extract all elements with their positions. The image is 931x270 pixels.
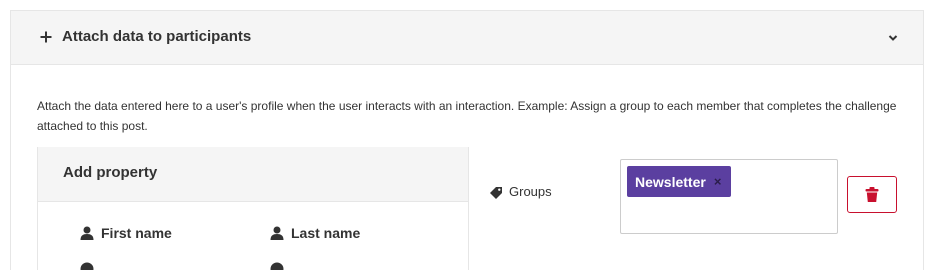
user-icon [270, 226, 284, 240]
group-tag-label: Newsletter [635, 173, 706, 190]
groups-label-text: Groups [509, 184, 552, 199]
groups-tag-input[interactable]: Newsletter × [620, 159, 838, 234]
property-first-name[interactable]: First name [80, 225, 172, 241]
property-label: First name [101, 225, 172, 241]
property-item[interactable] [80, 262, 101, 270]
add-property-box: Add property First name Last name [37, 147, 469, 270]
property-item[interactable] [270, 262, 291, 270]
delete-button[interactable] [847, 176, 897, 213]
panel-title: Attach data to participants [62, 28, 252, 45]
add-property-title: Add property [63, 164, 158, 181]
property-label: Last name [291, 225, 361, 241]
panel-description: Attach the data entered here to a user's… [37, 99, 897, 133]
user-icon [80, 226, 94, 240]
groups-label: Groups [489, 184, 552, 199]
globe-icon [270, 262, 284, 270]
group-tag: Newsletter × [627, 166, 732, 197]
trash-icon [865, 187, 879, 202]
globe-icon [80, 262, 94, 270]
add-property-header: Add property [38, 147, 468, 202]
panel-header[interactable]: Attach data to participants [11, 11, 923, 65]
tag-remove-icon[interactable]: × [714, 174, 722, 189]
tag-icon [490, 186, 502, 199]
property-last-name[interactable]: Last name [270, 225, 360, 241]
plus-icon [40, 31, 52, 43]
attach-data-panel: Attach data to participants Attach the d… [10, 10, 924, 270]
chevron-down-icon[interactable] [887, 32, 899, 44]
